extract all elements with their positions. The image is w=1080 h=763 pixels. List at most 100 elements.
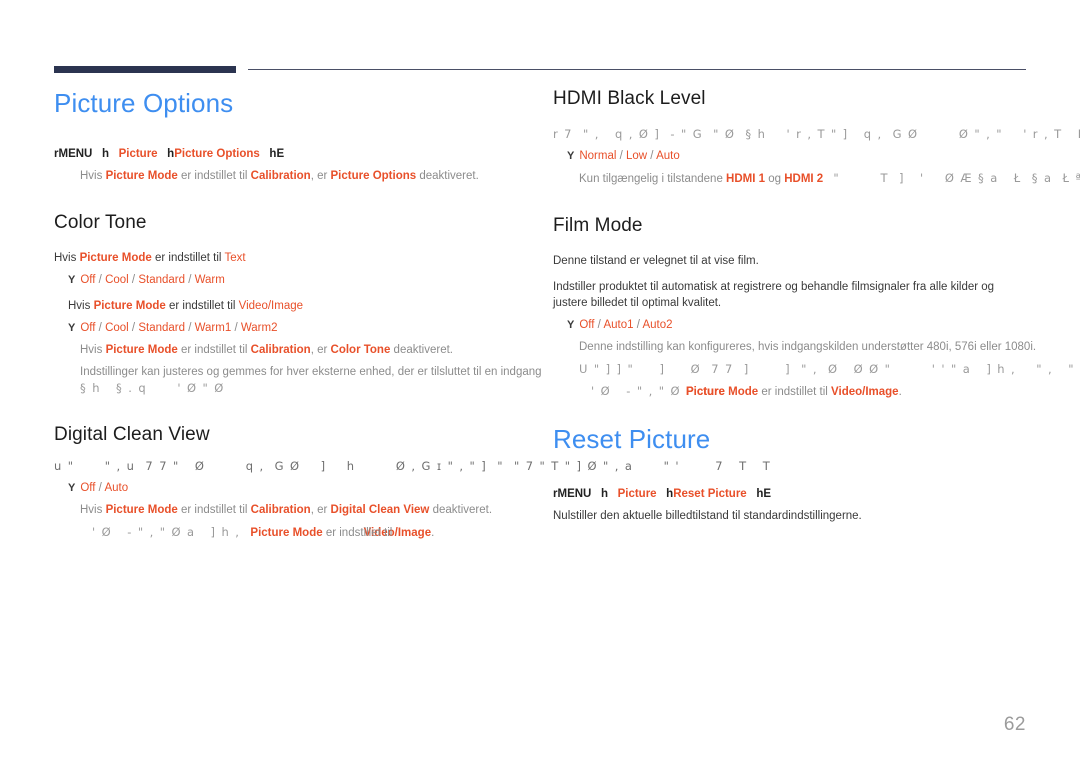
option-value: Normal: [579, 150, 617, 162]
option-separator: /: [185, 274, 195, 286]
breadcrumb-item-picture: Picture: [118, 148, 158, 160]
option-separator: /: [616, 150, 626, 162]
fm-video-overlap-under: Picture: [685, 386, 725, 398]
dcv-note-text-4: deaktiveret.: [429, 504, 493, 516]
note-text-4: deaktiveret.: [416, 170, 479, 182]
right-column: HDMI Black Level r 7 " , q , Ø ] - " G "…: [553, 86, 1080, 524]
breadcrumb-picture-options: rMENU h Picture hPicture Options hE: [54, 146, 550, 162]
option-value: Off: [579, 319, 595, 331]
option-value: Warm: [194, 274, 225, 286]
dcv-video-garble-prefix: ' Ø - " , " Ø a ] h ,: [92, 525, 251, 539]
color-tone-options-text: Y Off / Cool / Standard / Warm: [68, 272, 550, 288]
hbl-note-text-2: og: [765, 173, 785, 185]
dcv-video-overlap: illet til Video/Image: [364, 525, 432, 541]
cond-video-term-picture-mode: Picture Mode: [93, 300, 166, 312]
breadcrumb-reset-picture: rMENU h Picture hReset Picture hE: [553, 486, 1080, 502]
dcv-note-text-2: er indstillet til: [177, 504, 251, 516]
option-value: Warm2: [240, 322, 278, 334]
header-rule-thin: [248, 69, 1026, 70]
rp-breadcrumb-menu: MENU: [557, 488, 592, 500]
page-title: Picture Options: [54, 88, 234, 118]
ct-note-text-3: , er: [310, 344, 331, 356]
ct-note-text-2: er indstillet til: [177, 344, 251, 356]
film-mode-description-1: Denne tilstand er velegnet til at vise f…: [553, 255, 759, 267]
header-rule-thick: [54, 66, 236, 73]
bullet-marker: Y: [68, 322, 76, 334]
hdmi-black-level-options: Y Normal / Low / Auto: [567, 148, 1080, 164]
fm-video-garble-prefix: ' Ø - " , " Ø: [591, 384, 686, 398]
hbl-note-garble-tail: " T ] ' Ø Æ § a Ł § a Ł ª Æ § a Æ Ø: [833, 171, 1080, 185]
film-mode-note-resolution: Denne indstilling kan konfigureres, hvis…: [579, 341, 1037, 353]
option-value: Auto: [656, 150, 680, 162]
digital-clean-view-options: Y Off / Auto: [68, 480, 550, 496]
dcv-note-term-calibration: Calibration: [250, 504, 311, 516]
bullet-marker: Y: [68, 482, 76, 494]
dcv-note-text-3: , er: [310, 504, 331, 516]
option-separator: /: [647, 150, 657, 162]
film-mode-options: Y Off / Auto1 / Auto2: [567, 317, 1080, 333]
film-mode-garbled-line: U " ] ] " ] Ø 7 7 ] ] " , Ø Ø Ø " ' ' " …: [579, 362, 1075, 376]
breadcrumb-suffix-glyph: E: [276, 148, 285, 160]
film-mode-option-values: Off / Auto1 / Auto2: [579, 319, 672, 331]
option-value: Warm1: [194, 322, 232, 334]
cond-text-1: Hvis: [54, 252, 80, 264]
fm-video-term-mode: Mode: [724, 386, 759, 398]
color-tone-options-video-values: Off / Cool / Standard / Warm1 / Warm2: [80, 322, 277, 334]
option-value: Low: [626, 150, 648, 162]
hdmi-black-level-note: Kun tilgængelig i tilstandene HDMI 1 og …: [579, 170, 1080, 187]
option-separator: /: [231, 322, 241, 334]
fm-video-term-video-image: Video/Image: [831, 386, 899, 398]
hbl-note-term-hdmi2: HDMI 2: [784, 173, 824, 185]
note-text-3: , er: [310, 170, 331, 182]
bullet-marker: Y: [567, 150, 575, 162]
ct-note-term-picture-mode: Picture Mode: [105, 344, 178, 356]
rp-breadcrumb-item-picture: Picture: [617, 488, 657, 500]
film-mode-description-2: Indstiller produktet til automatisk at r…: [553, 281, 995, 309]
option-separator: /: [128, 322, 139, 334]
note-text-2: er indstillet til: [177, 170, 251, 182]
section-title-reset-picture: Reset Picture: [553, 424, 711, 454]
option-value: Auto1: [603, 319, 634, 331]
rp-breadcrumb-item-reset-picture: Reset Picture: [673, 488, 747, 500]
fm-video-text-3: .: [898, 386, 902, 398]
note-picture-options-disabled: Hvis Picture Mode er indstillet til Cali…: [80, 168, 550, 184]
dcv-video-term-picture-mode: Picture Mode: [250, 527, 323, 539]
section-title-digital-clean-view: Digital Clean View: [54, 424, 210, 445]
hbl-note-text-1: Kun tilgængelig i tilstandene: [579, 173, 727, 185]
dcv-video-text-3: .: [431, 527, 435, 539]
option-value: Auto2: [642, 319, 673, 331]
dcv-note-term-digital-clean-view: Digital Clean View: [330, 504, 430, 516]
dcv-note-text-1: Hvis: [80, 504, 106, 516]
cond-video-text-1: Hvis: [68, 300, 94, 312]
header-rules: [54, 66, 1026, 76]
color-tone-condition-text: Hvis Picture Mode er indstillet til Text: [54, 250, 550, 266]
dcv-note-term-picture-mode: Picture Mode: [105, 504, 178, 516]
digital-clean-view-garbled-description: u " " , u 7 7 " Ø q , G Ø ] h Ø , G ɪ " …: [54, 459, 772, 473]
section-title-color-tone: Color Tone: [54, 212, 147, 233]
ct-note-text-1: Hvis: [80, 344, 106, 356]
cond-term-text: Text: [224, 252, 246, 264]
option-separator: /: [95, 322, 106, 334]
option-value: Off: [80, 274, 96, 286]
ct-note-term-calibration: Calibration: [250, 344, 311, 356]
breadcrumb-menu: MENU: [58, 148, 93, 160]
note-text-1: Hvis: [80, 170, 106, 182]
digital-clean-view-option-values: Off / Auto: [80, 482, 128, 494]
option-separator: /: [185, 322, 195, 334]
note-term-picture-options: Picture Options: [330, 170, 417, 182]
cond-video-term-video-image: Video/Image: [238, 300, 304, 312]
dcv-video-text-2: er indst: [322, 527, 364, 539]
cond-text-2: er indstillet til: [151, 252, 225, 264]
option-value: Standard: [138, 322, 186, 334]
reset-picture-description: Nulstiller den aktuelle billedtilstand t…: [553, 510, 862, 522]
film-mode-note-video: ' Ø - " , " Ø Picture Picture Mode er ind…: [591, 383, 1080, 400]
note-term-calibration: Calibration: [250, 170, 311, 182]
section-title-hdmi-black-level: HDMI Black Level: [553, 88, 706, 109]
bullet-marker: Y: [68, 274, 76, 286]
note-term-picture-mode: Picture Mode: [105, 170, 178, 182]
breadcrumb-separator-1: h: [101, 148, 109, 160]
page-number: 62: [1003, 714, 1026, 735]
hbl-note-term-hdmi1: HDMI 1: [726, 173, 766, 185]
cond-term-picture-mode: Picture Mode: [79, 252, 152, 264]
option-value: Off: [80, 322, 96, 334]
